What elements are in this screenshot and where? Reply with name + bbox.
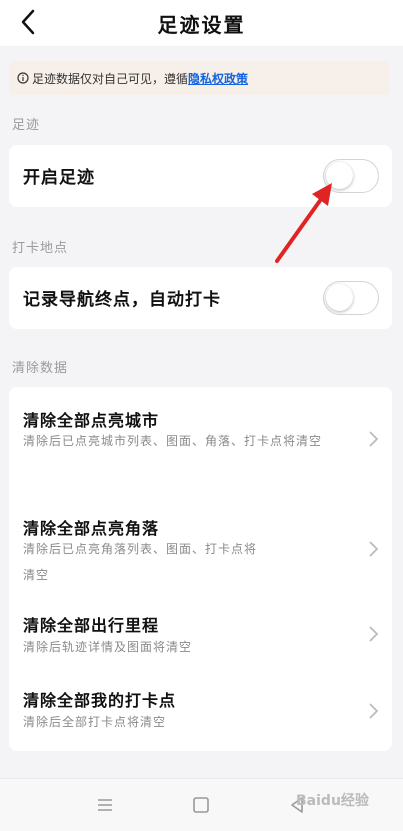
auto-checkin-toggle[interactable]: [323, 281, 379, 315]
privacy-notice: 足迹数据仅对自己可见，遵循 隐私权政策: [9, 61, 390, 95]
home-square-icon[interactable]: [191, 795, 211, 815]
top-bar: 足迹设置: [0, 0, 403, 46]
clear-mileage-item[interactable]: 清除全部出行里程 清除后轨迹详情及图面将清空: [9, 602, 392, 672]
chevron-right-icon: [369, 703, 379, 719]
clear-data-card: 清除全部点亮城市 清除后已点亮城市列表、图面、角落、打卡点将清空 清除全部点亮角…: [9, 387, 392, 751]
auto-checkin-label: 记录导航终点，自动打卡: [23, 290, 221, 310]
checkin-card: 记录导航终点，自动打卡: [9, 267, 392, 329]
enable-footprint-label: 开启足迹: [23, 168, 95, 188]
clear-item-desc: 清除后已点亮角落列表、图面、打卡点将清空: [23, 542, 258, 582]
clear-corners-item[interactable]: 清除全部点亮角落 清除后已点亮角落列表、图面、打卡点将清空: [9, 495, 392, 593]
watermark: Baidu经验: [296, 793, 369, 809]
clear-item-title: 清除全部我的打卡点: [23, 691, 177, 710]
privacy-policy-link[interactable]: 隐私权政策: [188, 70, 248, 87]
clear-item-desc: 清除后全部打卡点将清空: [23, 715, 167, 729]
page-title: 足迹设置: [157, 13, 246, 37]
toggle-knob: [326, 284, 353, 311]
section-label-checkin: 打卡地点: [12, 241, 69, 256]
info-icon: [17, 72, 29, 84]
clear-item-title: 清除全部出行里程: [23, 616, 160, 635]
footprint-card: 开启足迹: [9, 145, 392, 207]
chevron-right-icon: [369, 626, 379, 642]
clear-item-desc: 清除后已点亮城市列表、图面、角落、打卡点将清空: [23, 434, 323, 448]
chevron-right-icon: [369, 431, 379, 447]
toggle-knob: [326, 162, 353, 189]
clear-item-desc: 清除后轨迹详情及图面将清空: [23, 640, 193, 654]
section-label-footprint: 足迹: [12, 118, 41, 133]
section-label-clear: 清除数据: [12, 361, 69, 376]
menu-icon[interactable]: [95, 795, 115, 815]
notice-text: 足迹数据仅对自己可见，遵循: [32, 71, 189, 86]
clear-checkins-item[interactable]: 清除全部我的打卡点 清除后全部打卡点将清空: [9, 677, 392, 747]
enable-footprint-toggle[interactable]: [323, 159, 379, 193]
clear-cities-item[interactable]: 清除全部点亮城市 清除后已点亮城市列表、图面、角落、打卡点将清空: [9, 387, 392, 485]
chevron-right-icon: [369, 541, 379, 557]
